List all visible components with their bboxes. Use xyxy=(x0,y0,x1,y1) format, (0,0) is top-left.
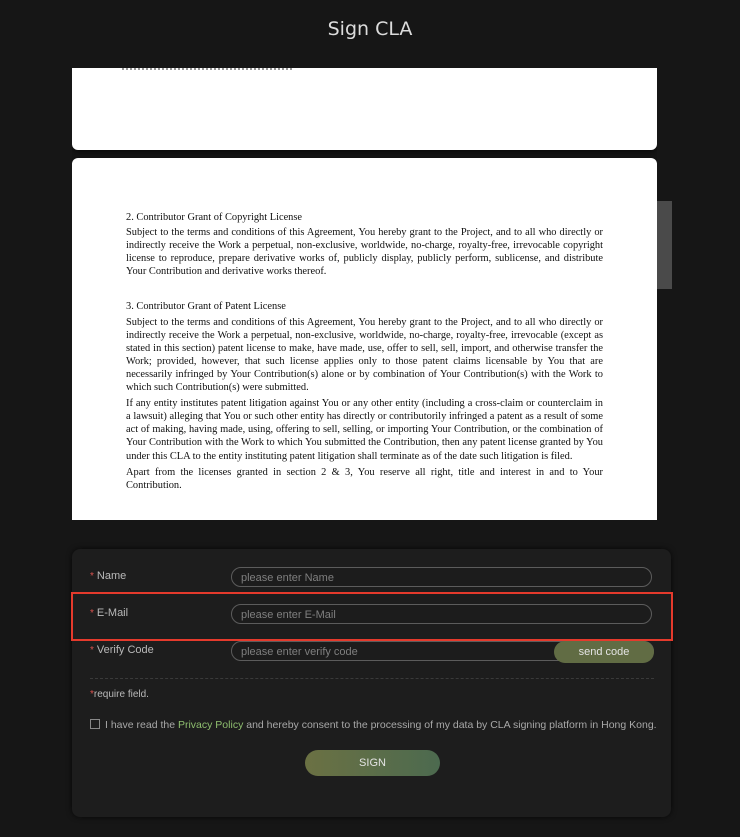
consent-row: I have read the Privacy Policy and hereb… xyxy=(90,719,657,731)
document-text: 2. Contributor Grant of Copyright Licens… xyxy=(126,211,603,492)
consent-checkbox[interactable] xyxy=(90,719,100,729)
document-page-1 xyxy=(72,68,657,150)
name-label: * Name xyxy=(90,570,127,582)
page-title: Sign CLA xyxy=(327,18,413,40)
form-divider xyxy=(90,678,654,679)
document-scrollbar[interactable] xyxy=(657,201,672,289)
cla-document-viewer[interactable]: 2. Contributor Grant of Copyright Licens… xyxy=(72,68,657,520)
email-highlight-box xyxy=(71,592,673,641)
consent-prefix: I have read the xyxy=(105,719,178,731)
sign-form: *Name *E-Mail *Verify Code send code *re… xyxy=(72,549,671,817)
name-input[interactable] xyxy=(232,569,651,587)
name-field-wrapper xyxy=(231,567,652,587)
section-3-body-1: Subject to the terms and conditions of t… xyxy=(126,316,603,394)
section-3-body-3: Apart from the licenses granted in secti… xyxy=(126,466,603,491)
required-star: * xyxy=(90,571,94,582)
send-code-button[interactable]: send code xyxy=(554,641,654,663)
consent-suffix: and hereby consent to the processing of … xyxy=(243,719,657,731)
page-cutoff-text xyxy=(122,68,292,74)
privacy-policy-link[interactable]: Privacy Policy xyxy=(178,719,243,731)
section-3-body-2: If any entity institutes patent litigati… xyxy=(126,398,603,462)
verify-code-label: * Verify Code xyxy=(90,644,154,656)
section-2-body: Subject to the terms and conditions of t… xyxy=(126,227,603,278)
verify-code-field-wrapper: send code xyxy=(231,641,654,663)
required-star: * xyxy=(90,645,94,656)
document-page-2: 2. Contributor Grant of Copyright Licens… xyxy=(72,158,657,520)
section-2-heading: 2. Contributor Grant of Copyright Licens… xyxy=(126,212,303,223)
sign-button[interactable]: SIGN xyxy=(305,750,440,776)
section-3-heading: 3. Contributor Grant of Patent License xyxy=(126,301,286,313)
required-note: *require field. xyxy=(90,689,149,700)
